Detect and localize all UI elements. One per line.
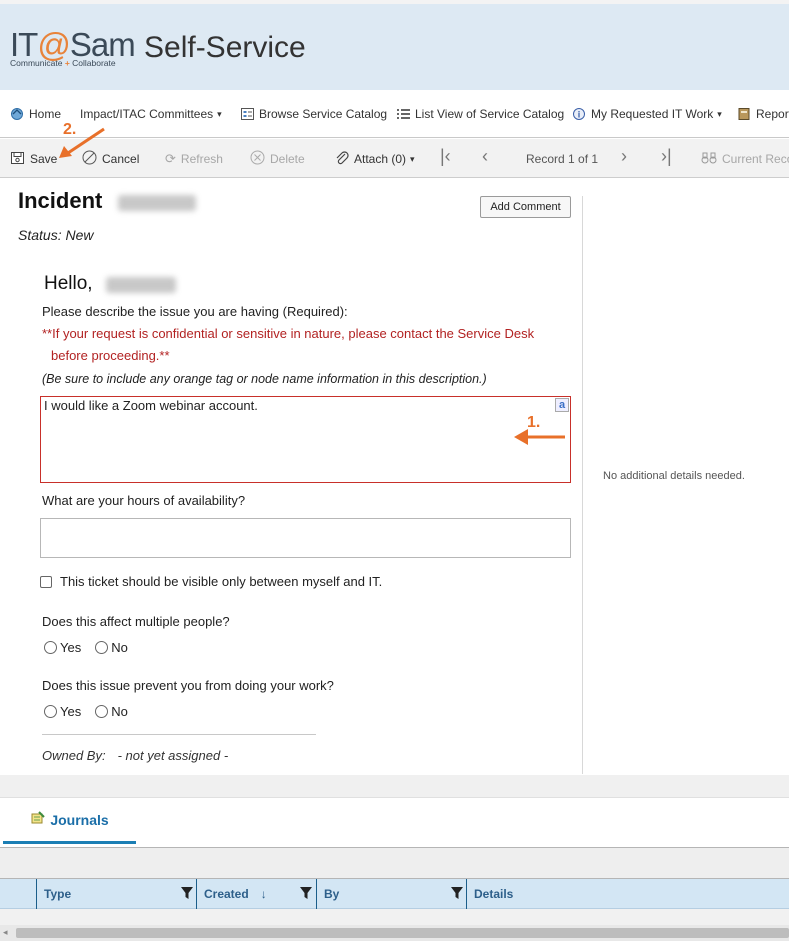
sort-down-icon: ↓: [260, 887, 267, 901]
first-record-icon: |‹: [440, 145, 451, 166]
paperclip-icon: [335, 150, 349, 168]
nav-home[interactable]: Home: [10, 105, 61, 123]
svg-text:i: i: [578, 110, 581, 120]
record-indicator: Record 1 of 1: [526, 152, 599, 166]
annotation-arrow-icon: [59, 127, 105, 158]
column-header-by[interactable]: By: [316, 879, 467, 909]
greeting: Hello,: [44, 273, 93, 294]
side-panel-note: No additional details needed.: [603, 470, 745, 482]
help-icon: i: [572, 107, 587, 121]
owned-by: Owned By: - not yet assigned -: [42, 748, 229, 763]
prevent-work-no-radio[interactable]: [95, 705, 109, 718]
delete-icon: [250, 150, 265, 168]
visibility-checkbox-row[interactable]: This ticket should be visible only betwe…: [40, 574, 382, 589]
filter-icon[interactable]: [181, 887, 193, 902]
incident-title: Incident: [18, 188, 103, 213]
main-nav: Home Impact/ITAC Committees ▾ Browse Serv…: [0, 90, 789, 138]
prevent-work-yes-radio[interactable]: [44, 705, 57, 718]
nav-list-view-catalog[interactable]: List View of Service Catalog: [396, 105, 564, 123]
list-icon: [396, 107, 411, 121]
filter-icon[interactable]: [300, 887, 312, 902]
incident-status: Status: New: [18, 227, 94, 243]
binoculars-icon: [701, 152, 717, 167]
current-record-button[interactable]: Current Reco: [701, 150, 789, 168]
attach-button[interactable]: Attach (0) ▾: [335, 150, 415, 168]
multiple-people-yes-radio[interactable]: [44, 641, 57, 654]
save-button[interactable]: Save: [10, 150, 57, 168]
nav-impact-itac[interactable]: Impact/ITAC Committees ▾: [80, 105, 222, 123]
app-title: Self-Service: [144, 31, 306, 64]
chevron-left-icon: ‹: [482, 145, 488, 166]
chevron-down-icon: ▾: [217, 108, 222, 119]
column-header-details[interactable]: Details: [466, 879, 789, 909]
itsam-logo[interactable]: IT@Sam Communicate + Collaborate: [10, 26, 136, 70]
record-toolbar: Save Cancel ⟳ Refresh Delete Attach (0) ▾…: [0, 139, 789, 178]
multiple-people-radio-group: Yes No: [44, 640, 142, 655]
add-comment-button[interactable]: Add Comment: [480, 196, 571, 218]
horizontal-scrollbar[interactable]: ◂: [0, 925, 789, 941]
describe-issue-label: Please describe the issue you are having…: [42, 304, 348, 319]
prevent-work-radio-group: Yes No: [44, 704, 142, 719]
logo-tagline: Communicate + Collaborate: [10, 58, 116, 68]
previous-record-button[interactable]: ‹: [482, 145, 488, 166]
chevron-down-icon: ▾: [717, 108, 722, 119]
journals-tabbar: Journals: [0, 797, 789, 847]
panel-divider: [582, 196, 583, 774]
delete-button[interactable]: Delete: [250, 150, 305, 168]
filter-icon[interactable]: [451, 887, 463, 902]
journal-icon: [30, 811, 46, 828]
nav-report[interactable]: Report: [737, 105, 789, 123]
hours-availability-input[interactable]: [40, 518, 571, 558]
chevron-right-icon: ›: [621, 145, 627, 166]
divider: [42, 734, 316, 735]
refresh-icon: ⟳: [165, 151, 176, 166]
save-icon: [10, 151, 25, 168]
scrollbar-thumb[interactable]: [16, 928, 789, 938]
app-header: IT@Sam Communicate + Collaborate Self-Se…: [0, 0, 789, 90]
nav-my-requested-work[interactable]: i My Requested IT Work ▾: [572, 105, 722, 123]
description-hint: (Be sure to include any orange tag or no…: [42, 372, 487, 386]
issue-description-textarea[interactable]: I would like a Zoom webinar account.: [40, 396, 571, 483]
confidential-warning: **If your request is confidential or sen…: [42, 326, 535, 363]
first-record-button[interactable]: |‹: [440, 145, 451, 166]
next-record-button[interactable]: ›: [621, 145, 627, 166]
report-icon: [737, 107, 752, 121]
scroll-left-icon[interactable]: ◂: [3, 927, 8, 938]
hours-availability-label: What are your hours of availability?: [42, 493, 246, 508]
visibility-checkbox[interactable]: [40, 575, 52, 588]
spellcheck-icon[interactable]: a: [555, 398, 569, 412]
user-name-redacted: [106, 277, 176, 293]
logo-wordmark: IT@Sam: [10, 26, 136, 63]
last-record-button[interactable]: ›|: [661, 145, 672, 166]
catalog-icon: [240, 107, 255, 121]
multiple-people-no-radio[interactable]: [95, 641, 109, 654]
journals-grid-body: [0, 909, 789, 925]
column-header-created[interactable]: Created ↓: [196, 879, 316, 909]
home-icon: [10, 107, 25, 121]
section-spacer: [0, 775, 789, 797]
chevron-down-icon: ▾: [410, 153, 415, 164]
tab-journals[interactable]: Journals: [3, 798, 136, 844]
refresh-button[interactable]: ⟳ Refresh: [165, 150, 223, 168]
multiple-people-label: Does this affect multiple people?: [42, 614, 230, 629]
last-record-icon: ›|: [661, 145, 672, 166]
annotation-arrow-icon: [514, 429, 565, 445]
prevent-work-label: Does this issue prevent you from doing y…: [42, 678, 334, 693]
incident-id-redacted: [118, 195, 196, 211]
journals-toolbar: [0, 847, 789, 879]
journals-grid-header: Type Created ↓ By Details: [0, 879, 789, 909]
nav-browse-catalog[interactable]: Browse Service Catalog: [240, 105, 387, 123]
column-header-type[interactable]: Type: [36, 879, 197, 909]
